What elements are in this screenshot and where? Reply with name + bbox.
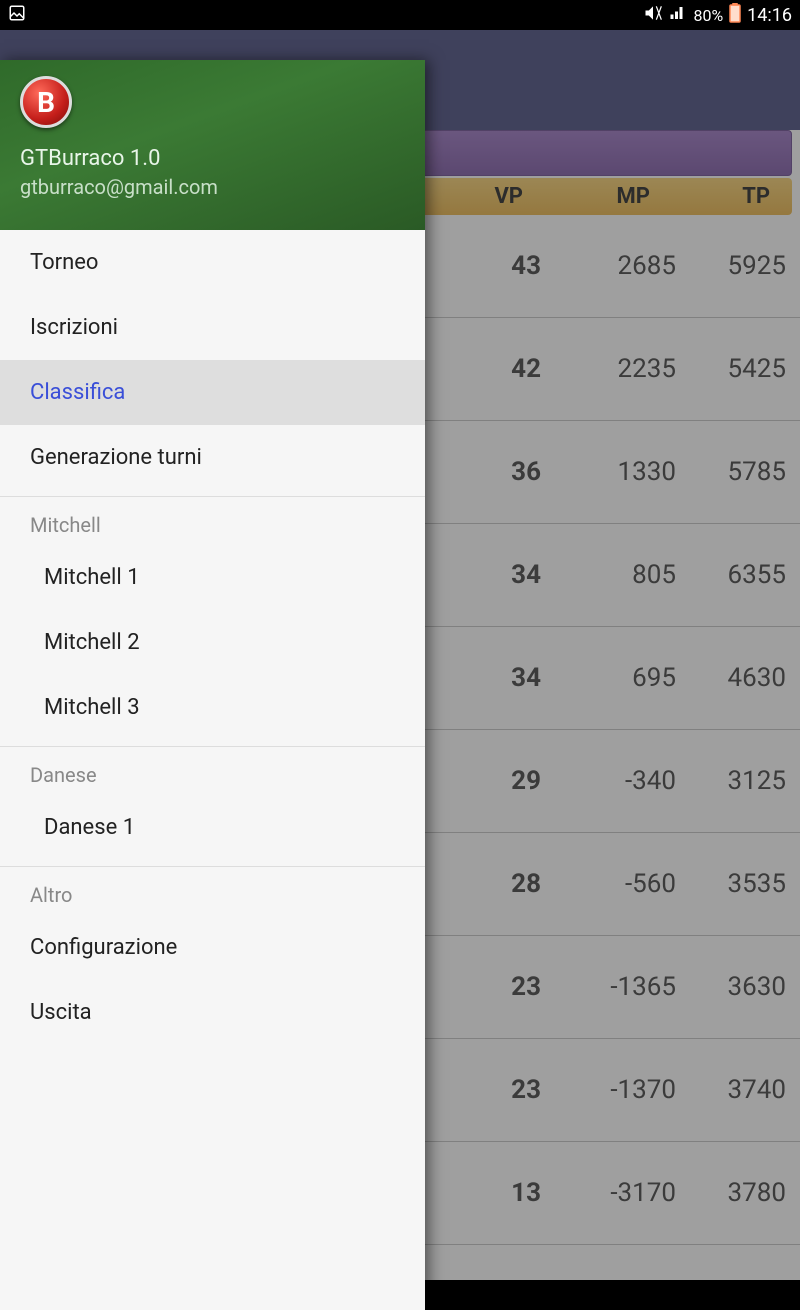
drawer-section-danese: Danese (0, 746, 425, 795)
drawer-item-generazione-turni[interactable]: Generazione turni (0, 425, 425, 490)
drawer-item-danese-1[interactable]: Danese 1 (0, 795, 425, 860)
drawer-header: B GTBurraco 1.0 gtburraco@gmail.com (0, 60, 425, 230)
drawer-item-iscrizioni[interactable]: Iscrizioni (0, 295, 425, 360)
app-logo-letter: B (37, 86, 55, 119)
drawer-app-email: gtburraco@gmail.com (20, 175, 405, 199)
gallery-icon (8, 4, 26, 26)
drawer-section-altro: Altro (0, 866, 425, 915)
drawer-app-title: GTBurraco 1.0 (20, 146, 405, 171)
drawer-item-mitchell-1[interactable]: Mitchell 1 (0, 545, 425, 610)
app-logo-icon: B (20, 76, 72, 128)
vibrate-mute-icon (643, 3, 663, 27)
drawer-list: TorneoIscrizioniClassificaGenerazione tu… (0, 230, 425, 1310)
clock: 14:16 (747, 5, 792, 26)
battery-pct: 80% (693, 6, 723, 25)
signal-icon (669, 4, 687, 26)
drawer-item-configurazione[interactable]: Configurazione (0, 915, 425, 980)
drawer-item-classifica[interactable]: Classifica (0, 360, 425, 425)
battery-icon (729, 3, 741, 27)
drawer-item-mitchell-3[interactable]: Mitchell 3 (0, 675, 425, 740)
navigation-drawer: B GTBurraco 1.0 gtburraco@gmail.com Torn… (0, 60, 425, 1310)
drawer-item-torneo[interactable]: Torneo (0, 230, 425, 295)
drawer-item-mitchell-2[interactable]: Mitchell 2 (0, 610, 425, 675)
drawer-item-uscita[interactable]: Uscita (0, 980, 425, 1045)
drawer-section-mitchell: Mitchell (0, 496, 425, 545)
status-bar: 80% 14:16 (0, 0, 800, 30)
